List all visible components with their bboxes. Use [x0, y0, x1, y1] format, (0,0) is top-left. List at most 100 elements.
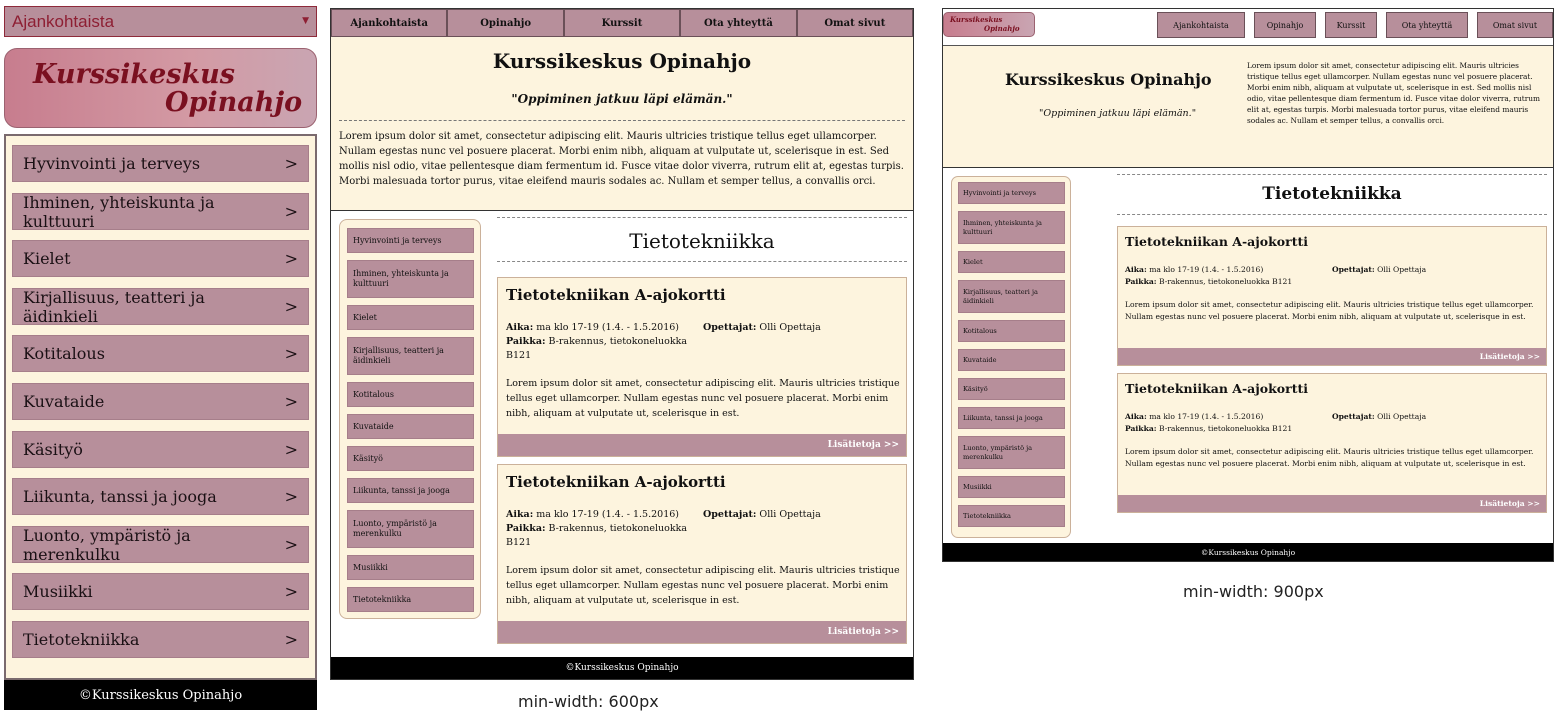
- sidebar-item[interactable]: Käsityö: [958, 378, 1065, 400]
- slogan: "Oppiminen jatkuu läpi elämän.": [1039, 108, 1197, 119]
- course-title: Tietotekniikan A-ajokortti: [1125, 234, 1309, 249]
- nav-tab-opinahjo[interactable]: Opinahjo: [447, 9, 564, 37]
- course-meta: Aika: ma klo 17-19 (1.4. - 1.5.2016) Pai…: [1125, 264, 1292, 288]
- divider: [339, 120, 905, 121]
- sidebar-item[interactable]: Käsityö: [347, 446, 474, 471]
- more-info-link[interactable]: Lisätietoja >>: [498, 621, 906, 643]
- divider: [1117, 174, 1547, 175]
- category-item[interactable]: Kotitalous >: [12, 335, 309, 372]
- top-nav: Ajankohtaista Opinahjo Kurssit Ota yhtey…: [1157, 12, 1553, 38]
- more-info-link[interactable]: Lisätietoja >>: [498, 434, 906, 456]
- category-item[interactable]: Käsityö >: [12, 431, 309, 468]
- sidebar-item[interactable]: Kuvataide: [347, 414, 474, 439]
- teacher-label: Opettajat:: [1332, 412, 1375, 421]
- nav-tab-ota-yhteytta[interactable]: Ota yhteyttä: [1386, 12, 1468, 38]
- chevron-down-icon: ▼: [302, 16, 309, 26]
- sidebar-item[interactable]: Hyvinvointi ja terveys: [347, 228, 474, 253]
- course-card: Tietotekniikan A-ajokortti Aika: ma klo …: [497, 464, 907, 644]
- chevron-right-icon: >: [284, 535, 298, 554]
- category-label: Luonto, ympäristö ja merenkulku: [23, 525, 191, 564]
- sidebar-item[interactable]: Liikunta, tanssi ja jooga: [958, 407, 1065, 429]
- category-item[interactable]: Musiikki >: [12, 573, 309, 610]
- course-teacher: Opettajat: Olli Opettaja: [1332, 411, 1426, 423]
- sidebar-item[interactable]: Tietotekniikka: [958, 505, 1065, 527]
- site-logo[interactable]: Kurssikeskus Opinahjo: [4, 48, 317, 128]
- sidebar-item[interactable]: Tietotekniikka: [347, 587, 474, 612]
- sidebar-item[interactable]: Luonto, ympäristö ja merenkulku: [347, 510, 474, 548]
- category-label: Kirjallisuus, teatteri ja äidinkieli: [23, 287, 205, 326]
- sidebar-item[interactable]: Kielet: [347, 305, 474, 330]
- teacher-value: Olli Opettaja: [759, 322, 821, 333]
- category-item[interactable]: Ihminen, yhteiskunta ja kulttuuri >: [12, 192, 309, 231]
- more-info-link[interactable]: Lisätietoja >>: [1118, 495, 1546, 512]
- intro-text: Lorem ipsum dolor sit amet, consectetur …: [1247, 61, 1541, 125]
- course-description: Lorem ipsum dolor sit amet, consectetur …: [1125, 447, 1534, 468]
- sidebar-item[interactable]: Luonto, ympäristö ja merenkulku: [958, 436, 1065, 469]
- more-info-link[interactable]: Lisätietoja >>: [1118, 348, 1546, 365]
- nav-tab-omat-sivut[interactable]: Omat sivut: [1477, 12, 1553, 38]
- logo-line-2: Opinahjo: [984, 24, 1020, 33]
- mobile-nav-select-value: Ajankohtaista: [12, 11, 115, 31]
- caption-600: min-width: 600px: [518, 692, 659, 711]
- nav-tab-kurssit[interactable]: Kurssit: [563, 9, 681, 37]
- slogan: "Oppiminen jatkuu läpi elämän.": [511, 92, 733, 106]
- sidebar-item[interactable]: Kirjallisuus, teatteri ja äidinkieli: [958, 280, 1065, 313]
- chevron-right-icon: >: [284, 630, 298, 649]
- mobile-nav-select[interactable]: Ajankohtaista ▼: [4, 6, 317, 37]
- sidebar-item[interactable]: Kielet: [958, 251, 1065, 273]
- time-label: Aika:: [506, 322, 534, 333]
- category-sidebar: Hyvinvointi ja terveys Ihminen, yhteisku…: [951, 176, 1071, 538]
- course-meta: Aika: ma klo 17-19 (1.4. - 1.5.2016) Pai…: [506, 508, 691, 550]
- sidebar-item[interactable]: Kotitalous: [958, 320, 1065, 342]
- divider: [497, 261, 907, 262]
- course-teacher: Opettajat: Olli Opettaja: [1332, 264, 1426, 276]
- category-item[interactable]: Liikunta, tanssi ja jooga >: [12, 478, 309, 515]
- nav-tab-ota-yhteytta[interactable]: Ota yhteyttä: [680, 9, 797, 37]
- sidebar-item[interactable]: Ihminen, yhteiskunta ja kulttuuri: [958, 211, 1065, 244]
- sidebar-item[interactable]: Kirjallisuus, teatteri ja äidinkieli: [347, 337, 474, 375]
- category-item[interactable]: Kuvataide >: [12, 383, 309, 420]
- sidebar-item[interactable]: Musiikki: [958, 476, 1065, 498]
- site-footer: ©Kurssikeskus Opinahjo: [331, 657, 913, 679]
- sidebar-item[interactable]: Hyvinvointi ja terveys: [958, 182, 1065, 204]
- nav-tab-opinahjo[interactable]: Opinahjo: [1254, 12, 1316, 38]
- course-description: Lorem ipsum dolor sit amet, consectetur …: [506, 378, 900, 419]
- sidebar-item[interactable]: Kuvataide: [958, 349, 1065, 371]
- course-description: Lorem ipsum dolor sit amet, consectetur …: [506, 565, 900, 606]
- sidebar-item[interactable]: Ihminen, yhteiskunta ja kulttuuri: [347, 260, 474, 298]
- chevron-right-icon: >: [284, 202, 298, 221]
- nav-tab-ajankohtaista[interactable]: Ajankohtaista: [331, 9, 448, 37]
- page-title: Kurssikeskus Opinahjo: [1005, 70, 1212, 89]
- category-label: Musiikki: [23, 582, 93, 601]
- course-title: Tietotekniikan A-ajokortti: [506, 286, 726, 304]
- category-label: Hyvinvointi ja terveys: [23, 154, 201, 173]
- category-label: Tietotekniikka: [23, 630, 140, 649]
- category-item[interactable]: Hyvinvointi ja terveys >: [12, 145, 309, 182]
- time-value: ma klo 17-19 (1.4. - 1.5.2016): [1149, 265, 1264, 274]
- category-label: Kielet: [23, 249, 71, 268]
- chevron-right-icon: >: [284, 582, 298, 601]
- category-item[interactable]: Kirjallisuus, teatteri ja äidinkieli >: [12, 287, 309, 326]
- site-logo[interactable]: Kurssikeskus Opinahjo: [943, 12, 1035, 37]
- sidebar-item[interactable]: Liikunta, tanssi ja jooga: [347, 478, 474, 503]
- category-label: Ihminen, yhteiskunta ja kulttuuri: [23, 192, 215, 231]
- page-title: Kurssikeskus Opinahjo: [492, 49, 752, 73]
- category-item[interactable]: Kielet >: [12, 240, 309, 277]
- course-meta: Aika: ma klo 17-19 (1.4. - 1.5.2016) Pai…: [1125, 411, 1292, 435]
- category-item[interactable]: Tietotekniikka >: [12, 621, 309, 658]
- place-label: Paikka:: [1125, 277, 1157, 286]
- time-value: ma klo 17-19 (1.4. - 1.5.2016): [1149, 412, 1264, 421]
- chevron-right-icon: >: [284, 297, 298, 316]
- sidebar-item[interactable]: Kotitalous: [347, 382, 474, 407]
- course-teacher: Opettajat: Olli Opettaja: [703, 321, 821, 335]
- teacher-value: Olli Opettaja: [759, 509, 821, 520]
- category-label: Liikunta, tanssi ja jooga: [23, 487, 217, 506]
- nav-tab-ajankohtaista[interactable]: Ajankohtaista: [1157, 12, 1245, 38]
- time-value: ma klo 17-19 (1.4. - 1.5.2016): [536, 509, 679, 520]
- nav-tab-omat-sivut[interactable]: Omat sivut: [796, 9, 914, 37]
- nav-tab-kurssit[interactable]: Kurssit: [1325, 12, 1377, 38]
- sidebar-item[interactable]: Musiikki: [347, 555, 474, 580]
- chevron-right-icon: >: [284, 392, 298, 411]
- teacher-value: Olli Opettaja: [1377, 265, 1427, 274]
- category-item[interactable]: Luonto, ympäristö ja merenkulku >: [12, 525, 309, 564]
